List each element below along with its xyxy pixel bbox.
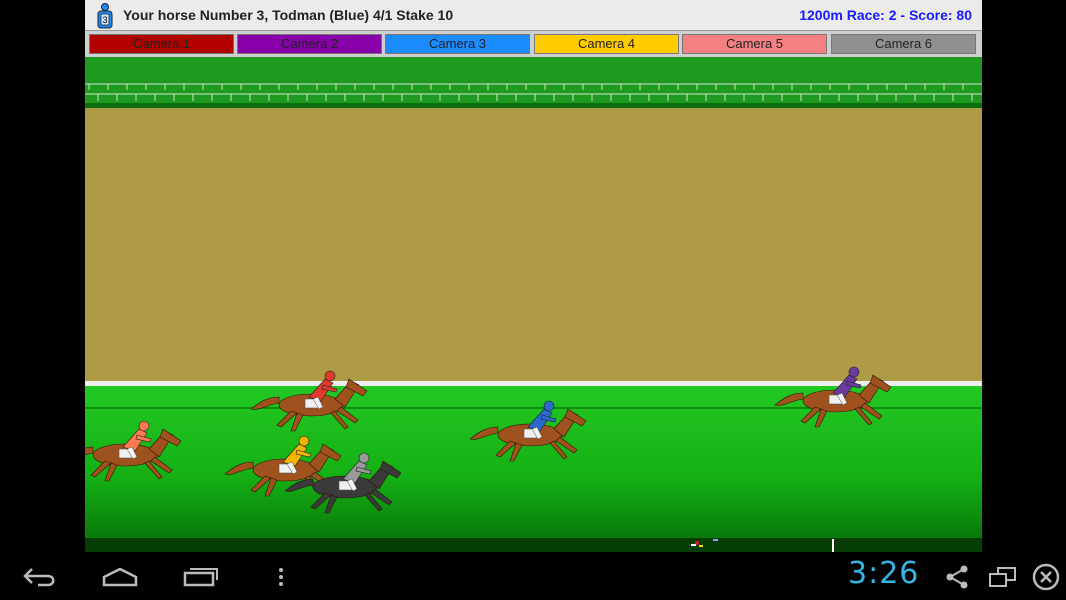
camera-5-button[interactable]: Camera 5 — [682, 34, 827, 54]
game-view: 3 Your horse Number 3, Todman (Blue) 4/1… — [85, 0, 982, 552]
close-icon[interactable] — [1031, 562, 1061, 597]
menu-icon[interactable] — [277, 566, 285, 593]
jockey-silk-icon: 3 — [94, 3, 116, 29]
status-clock: 3:26 — [848, 556, 920, 591]
recent-apps-icon[interactable] — [182, 566, 220, 593]
back-icon[interactable] — [22, 566, 58, 593]
window-icon[interactable] — [988, 565, 1018, 594]
camera-4-button[interactable]: Camera 4 — [534, 34, 679, 54]
camera-bar: Camera 1 Camera 2 Camera 3 Camera 4 Came… — [85, 31, 982, 57]
selected-horse-info: Your horse Number 3, Todman (Blue) 4/1 S… — [123, 7, 454, 23]
screen: 3 Your horse Number 3, Todman (Blue) 4/1… — [0, 0, 1066, 600]
infield-wall — [85, 108, 982, 381]
camera-2-button[interactable]: Camera 2 — [237, 34, 382, 54]
camera-3-button[interactable]: Camera 3 — [385, 34, 530, 54]
finish-marker — [832, 539, 834, 552]
camera-6-button[interactable]: Camera 6 — [831, 34, 976, 54]
home-icon[interactable] — [101, 566, 139, 593]
grandstand-background — [85, 57, 982, 108]
race-score-info: 1200m Race: 2 - Score: 80 — [799, 7, 972, 23]
race-track — [85, 57, 982, 552]
race-header: 3 Your horse Number 3, Todman (Blue) 4/1… — [85, 0, 982, 31]
silk-number: 3 — [102, 15, 107, 25]
share-icon[interactable] — [944, 564, 970, 595]
camera-1-button[interactable]: Camera 1 — [89, 34, 234, 54]
